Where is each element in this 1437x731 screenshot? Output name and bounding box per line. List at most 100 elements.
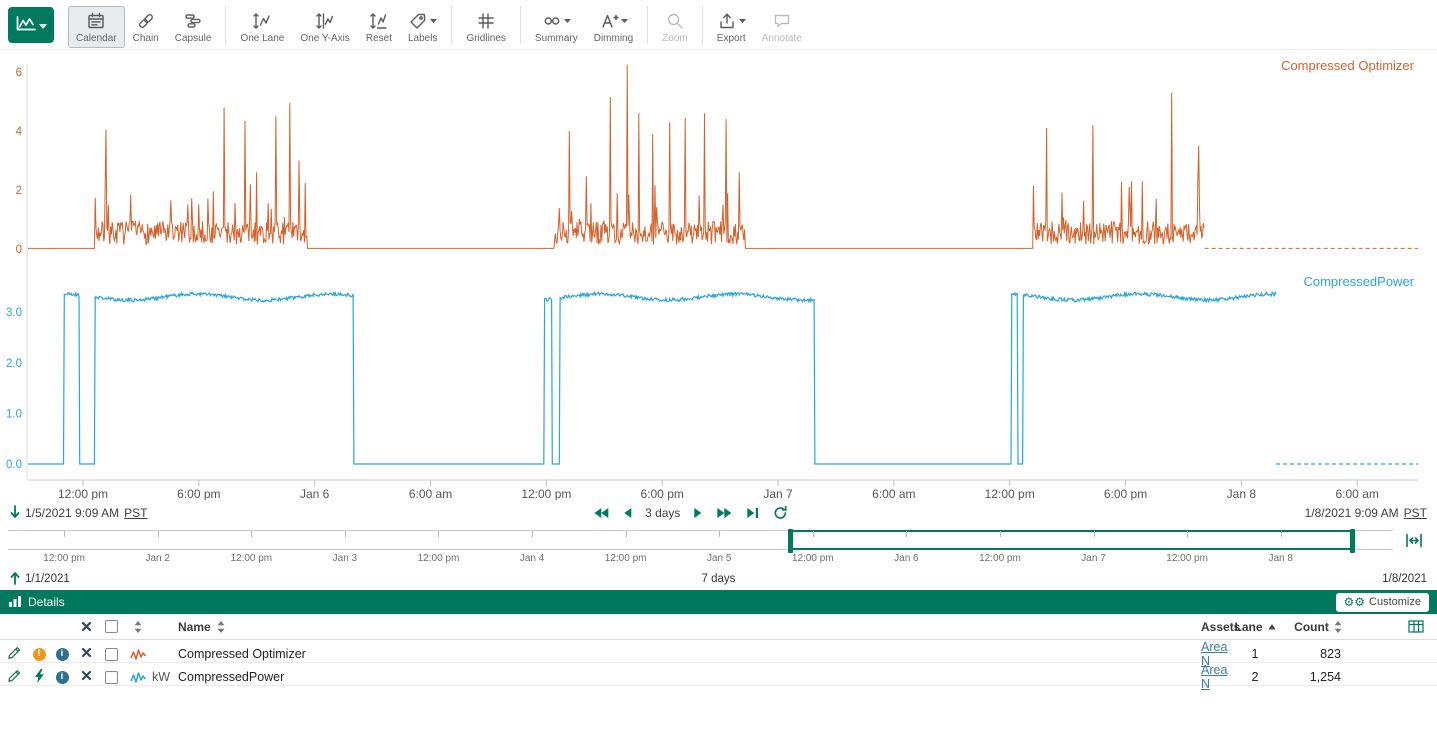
x-axis-tick-label: Jan 6	[300, 487, 330, 500]
toolbar-capsule-label: Capsule	[175, 33, 212, 44]
timeline-tick	[345, 531, 346, 537]
timeline-tick-label: Jan 3	[333, 553, 357, 564]
toolbar-summary-button[interactable]: Summary	[527, 6, 586, 48]
add-column-button[interactable]	[1395, 614, 1437, 639]
view-selector-button[interactable]	[8, 7, 54, 43]
range-start-timezone[interactable]: PST	[124, 506, 147, 520]
customize-button[interactable]: ⚙⚙ Customize	[1336, 593, 1429, 612]
details-table-body: !iCompressed OptimizerArea N1823ikWCompr…	[0, 640, 1437, 686]
row-checkbox[interactable]	[105, 671, 118, 684]
toolbar-chain-button[interactable]: Chain	[125, 6, 167, 48]
power-series[interactable]	[28, 292, 1276, 464]
x-axis-tick-label: 6:00 am	[409, 487, 452, 500]
timeline-total-duration: 7 days	[702, 573, 736, 585]
trend-chart-area: 12:00 pm6:00 pmJan 66:00 am12:00 pm6:00 …	[0, 50, 1437, 500]
optimizer-series[interactable]	[28, 65, 1204, 249]
table-row: !iCompressed OptimizerArea N1823	[0, 640, 1437, 663]
timeline-tick	[626, 531, 627, 537]
x-axis-tick-label: 12:00 pm	[58, 487, 108, 500]
sort-lane-button[interactable]: Lane	[1229, 614, 1281, 639]
x-axis-tick-label: Jan 8	[1227, 487, 1257, 500]
item-name[interactable]: CompressedPower	[178, 663, 1153, 691]
x-axis-tick-label: 6:00 pm	[641, 487, 684, 500]
x-axis-tick-label: 6:00 pm	[177, 487, 220, 500]
data-samples-icon	[34, 669, 45, 686]
toolbar-reset-label: Reset	[366, 33, 392, 44]
remove-all-button[interactable]	[74, 614, 98, 639]
lane-label-optimizer[interactable]: Compressed Optimizer	[1281, 58, 1415, 73]
range-end-date[interactable]: 1/8/2021 9:09 AM	[1305, 506, 1399, 520]
y-axis-tick-label: 1.0	[6, 408, 22, 420]
toolbar-gridlines-button[interactable]: Gridlines	[458, 6, 513, 48]
timeline-tick-label: 12:00 pm	[605, 553, 647, 564]
toolbar-zoom-button: Zoom	[654, 6, 696, 48]
timeline-expand-button[interactable]	[1403, 531, 1425, 553]
item-info-button[interactable]: i	[50, 663, 74, 691]
timeline-tick-label: Jan 5	[707, 553, 731, 564]
header-unit-col	[152, 614, 178, 639]
timeline-selection-right-handle[interactable]	[1350, 529, 1355, 553]
step-forward-full-button[interactable]	[716, 506, 733, 520]
step-back-half-button[interactable]	[622, 506, 632, 520]
lane-value: 2	[1229, 663, 1281, 691]
timeline-selection-left-handle[interactable]	[788, 529, 793, 553]
toolbar-dimming-label: Dimming	[594, 33, 633, 44]
lane-label-power[interactable]: CompressedPower	[1303, 274, 1414, 289]
timeline-tick	[158, 531, 159, 537]
row-checkbox[interactable]	[105, 648, 118, 661]
range-start-date[interactable]: 1/5/2021 9:09 AM	[25, 506, 119, 520]
display-range-end[interactable]: 1/8/2021 9:09 AM PST	[1305, 506, 1427, 520]
step-forward-half-button[interactable]	[693, 506, 703, 520]
details-title: Details	[28, 595, 65, 609]
select-all-checkbox[interactable]	[98, 614, 124, 639]
remove-item-button[interactable]	[74, 663, 98, 691]
details-table-header: NameAssetsLaneCount	[0, 614, 1437, 640]
summary-icon	[542, 11, 571, 31]
range-duration-label[interactable]: 3 days	[645, 506, 680, 520]
info-icon: i	[56, 671, 69, 684]
refresh-button[interactable]	[773, 506, 787, 520]
timeline-tick-label: 12:00 pm	[43, 553, 85, 564]
range-end-timezone[interactable]: PST	[1404, 506, 1427, 520]
toolbar-capsule-button[interactable]: Capsule	[167, 6, 220, 48]
customize-label: Customize	[1369, 596, 1421, 608]
toolbar-gridlines-label: Gridlines	[466, 33, 505, 44]
one-y-axis-icon	[315, 11, 335, 31]
overview-timeline: 12:00 pmJan 212:00 pmJan 312:00 pmJan 41…	[8, 530, 1429, 568]
asset-cell: Area N	[1153, 663, 1229, 691]
toolbar-reset-button[interactable]: Reset	[358, 6, 400, 48]
trend-chart[interactable]: 12:00 pm6:00 pmJan 66:00 am12:00 pm6:00 …	[0, 50, 1437, 500]
investigate-range-start[interactable]: 1/1/2021	[10, 571, 70, 588]
toolbar-one-lane-label: One Lane	[240, 33, 284, 44]
toolbar-export-button[interactable]: Export	[709, 6, 754, 48]
step-to-end-button[interactable]	[746, 506, 760, 520]
x-axis-tick-label: 6:00 pm	[1104, 487, 1147, 500]
gridlines-icon	[476, 11, 496, 31]
sort-name-button[interactable]: Name	[178, 614, 1153, 639]
toolbar-labels-button[interactable]: Labels	[400, 6, 445, 48]
chevron-down-icon	[39, 17, 47, 32]
toolbar-one-lane-button[interactable]: One Lane	[232, 6, 292, 48]
details-chart-icon	[8, 595, 22, 610]
labels-icon	[408, 11, 437, 31]
sort-count-button[interactable]: Count	[1281, 614, 1355, 639]
toolbar-calendar-button[interactable]: Calendar	[68, 6, 125, 48]
timeline-tick	[813, 531, 814, 537]
timeline-selection[interactable]	[791, 530, 1352, 550]
toolbar-labels-label: Labels	[408, 33, 437, 44]
sort-type-button[interactable]	[124, 614, 152, 639]
timeline-track[interactable]: 12:00 pmJan 212:00 pmJan 312:00 pmJan 41…	[8, 530, 1393, 550]
range-navigation: 3 days	[592, 506, 787, 520]
y-axis-tick-label: 2	[16, 185, 22, 197]
step-back-full-button[interactable]	[592, 506, 609, 520]
toolbar-separator	[702, 6, 703, 44]
header-edit-col	[0, 614, 28, 639]
display-range-start[interactable]: 1/5/2021 9:09 AM PST	[10, 505, 147, 522]
toolbar-dimming-button[interactable]: Dimming	[586, 6, 641, 48]
toolbar-one-y-axis-button[interactable]: One Y-Axis	[292, 6, 357, 48]
toolbar-calendar-label: Calendar	[76, 33, 117, 44]
edit-properties-button[interactable]	[0, 663, 28, 691]
asset-link[interactable]: Area N	[1201, 663, 1229, 691]
toolbar-chain-label: Chain	[133, 33, 159, 44]
shift-range-back-icon	[10, 505, 20, 522]
